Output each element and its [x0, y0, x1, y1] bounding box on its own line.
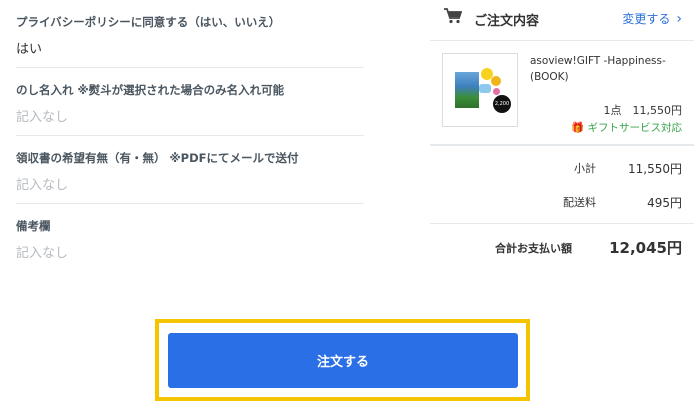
order-summary-header: ご注文内容 変更する › [430, 0, 694, 41]
subtotal-label: 小計 [574, 162, 596, 175]
total-value: 12,045円 [609, 239, 682, 257]
divider [430, 223, 694, 224]
shipping-row: 配送料 495円 [436, 194, 682, 214]
change-order-link[interactable]: 変更する › [622, 10, 682, 27]
field-label: 領収書の希望有無（有・無） ※PDFにてメールで送付 [16, 151, 299, 165]
field-value: はい [16, 42, 43, 57]
place-order-button[interactable]: 注文する [168, 333, 518, 388]
total-label: 合計お支払い額 [495, 242, 572, 255]
subtotal-row: 小計 11,550円 [436, 160, 682, 180]
field-remarks: 備考欄 記入なし [16, 204, 364, 271]
shipping-label: 配送料 [563, 196, 596, 209]
total-row: 合計お支払い額 12,045円 [436, 239, 682, 260]
field-value: 記入なし [16, 110, 69, 125]
shopping-cart-icon [444, 8, 462, 24]
product-name: asoview!GIFT -Happiness- (BOOK) [530, 55, 666, 83]
product-thumbnail[interactable]: 2,200 [442, 53, 518, 127]
divider [430, 144, 694, 145]
chevron-right-icon: › [676, 11, 682, 27]
decoration-shape [493, 88, 500, 95]
field-privacy-policy: プライバシーポリシーに同意する（はい、いいえ） はい [16, 0, 364, 68]
shipping-value: 495円 [647, 196, 682, 210]
field-receipt: 領収書の希望有無（有・無） ※PDFにてメールで送付 記入なし [16, 136, 364, 204]
decoration-shape [479, 84, 491, 93]
field-value: 記入なし [16, 246, 69, 261]
field-label: のし名入れ ※熨斗が選択された場合のみ名入れ可能 [16, 83, 285, 97]
product-photo [455, 72, 479, 108]
item-quantity-price: 1点 11,550円 [603, 104, 683, 117]
field-label: 備考欄 [16, 219, 51, 233]
field-noshi-name: のし名入れ ※熨斗が選択された場合のみ名入れ可能 記入なし [16, 68, 364, 136]
thumbnail-price-badge: 2,200 [493, 95, 511, 113]
order-summary-title: ご注文内容 [474, 14, 540, 29]
field-value: 記入なし [16, 178, 69, 193]
subtotal-value: 11,550円 [628, 162, 682, 176]
change-link-label: 変更する [622, 12, 671, 26]
gift-service-badge: 🎁 ギフトサービス対応 [571, 120, 682, 135]
order-form-summary: プライバシーポリシーに同意する（はい、いいえ） はい のし名入れ ※熨斗が選択さ… [16, 0, 364, 271]
field-label: プライバシーポリシーに同意する（はい、いいえ） [16, 15, 281, 29]
gift-service-label: ギフトサービス対応 [587, 122, 683, 134]
gift-icon: 🎁 [571, 122, 585, 134]
decoration-shape [491, 76, 501, 86]
place-order-label: 注文する [316, 355, 369, 370]
